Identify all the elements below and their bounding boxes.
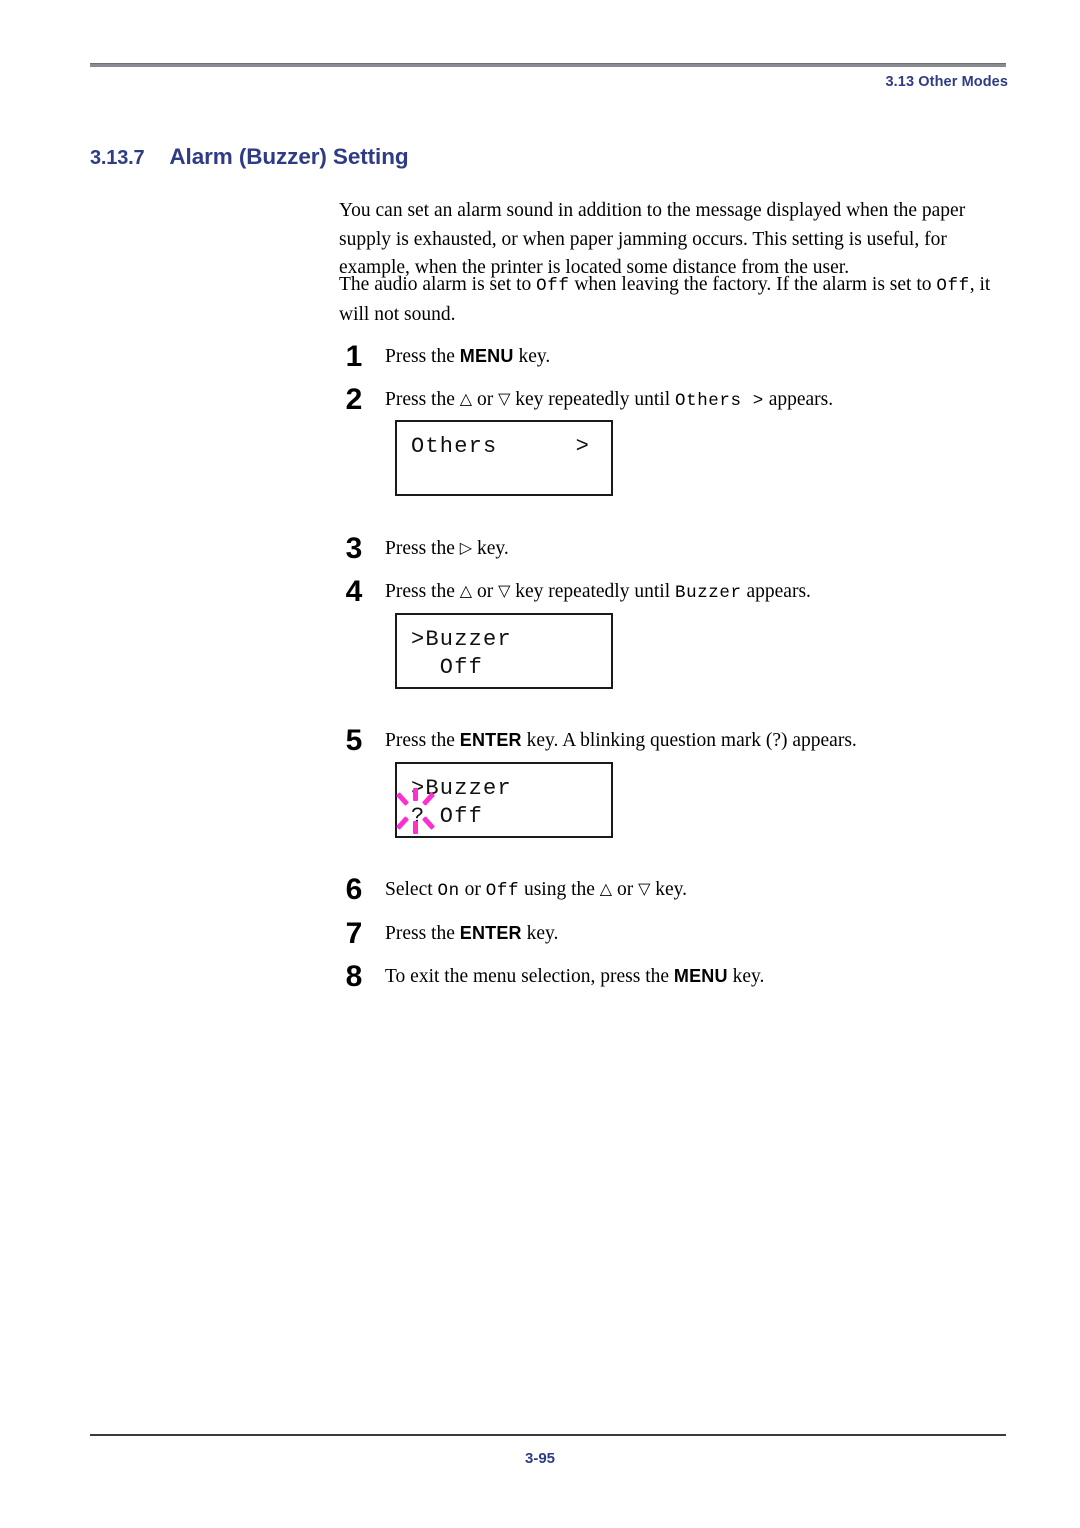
lcd-display-buzzer-query: >Buzzer ? Off bbox=[395, 762, 613, 838]
enter-key-label: ENTER bbox=[459, 923, 522, 943]
step-number: 4 bbox=[345, 575, 363, 608]
step-number: 8 bbox=[345, 960, 363, 993]
step8-text-a: To exit the menu selection, press the bbox=[385, 966, 674, 987]
step1-text-a: Press the bbox=[385, 346, 460, 367]
step5-text-b: key. A blinking question mark (?) appear… bbox=[521, 730, 857, 751]
lcd-line-1-right-marker: > bbox=[575, 434, 590, 459]
enter-key-label: ENTER bbox=[459, 730, 522, 750]
step-number: 7 bbox=[345, 917, 363, 950]
step4-text-b: key repeatedly until bbox=[510, 581, 675, 602]
step-text: To exit the menu selection, press the ME… bbox=[385, 960, 764, 993]
step6-text-mid: or bbox=[459, 879, 486, 900]
para2-text-a: The audio alarm is set to bbox=[339, 274, 537, 295]
step-text: Press the MENU key. bbox=[385, 340, 550, 373]
step4-text-c: appears. bbox=[741, 581, 811, 602]
section-heading: 3.13.7 Alarm (Buzzer) Setting bbox=[90, 144, 409, 170]
lcd-line-2: ? Off bbox=[411, 804, 484, 829]
lcd-display-buzzer-off: >Buzzer Off bbox=[395, 613, 613, 689]
step-text: Press the ENTER key. A blinking question… bbox=[385, 724, 857, 757]
menu-key-label: MENU bbox=[673, 966, 728, 986]
para2-value-off-2: Off bbox=[936, 276, 970, 296]
step-item: 7 Press the ENTER key. bbox=[335, 917, 1025, 951]
step-text: Press the △ or ▽ key repeatedly until Ot… bbox=[385, 383, 833, 418]
step2-text-mid: or bbox=[472, 389, 499, 410]
step6-text-mid2: or bbox=[612, 879, 639, 900]
step8-text-b: key. bbox=[727, 966, 765, 987]
lcd-line-1: >Buzzer bbox=[411, 776, 512, 801]
step6-text-b: using the bbox=[519, 879, 600, 900]
lcd-line-1: >Buzzer bbox=[411, 627, 512, 652]
section-number: 3.13.7 bbox=[90, 147, 145, 169]
step-item: 4 Press the △ or ▽ key repeatedly until … bbox=[335, 575, 1025, 609]
lcd-line-2: Off bbox=[411, 655, 484, 680]
step-number: 6 bbox=[345, 873, 363, 906]
arrow-right-icon: ▷ bbox=[459, 538, 473, 557]
step-number: 3 bbox=[345, 532, 363, 565]
footer-rule bbox=[90, 1434, 1006, 1436]
intro-paragraph-1: You can set an alarm sound in addition t… bbox=[339, 200, 966, 278]
step7-text-b: key. bbox=[521, 923, 559, 944]
step-item: 2 Press the △ or ▽ key repeatedly until … bbox=[335, 383, 1025, 417]
step2-text-c: appears. bbox=[763, 389, 834, 410]
arrow-up-icon: △ bbox=[599, 879, 613, 898]
para2-value-off-1: Off bbox=[536, 276, 570, 296]
section-title: Alarm (Buzzer) Setting bbox=[169, 144, 409, 169]
step6-value-on: On bbox=[437, 881, 460, 901]
blink-ray bbox=[395, 816, 410, 830]
arrow-down-icon: ▽ bbox=[498, 389, 511, 408]
step2-mono-value: Others > bbox=[674, 391, 764, 411]
step-item: 6 Select On or Off using the △ or ▽ key. bbox=[335, 873, 1025, 907]
arrow-up-icon: △ bbox=[459, 389, 473, 408]
step6-value-off: Off bbox=[485, 881, 520, 901]
arrow-down-icon: ▽ bbox=[498, 581, 511, 600]
step7-text-a: Press the bbox=[385, 923, 460, 944]
arrow-up-icon: △ bbox=[459, 581, 473, 600]
lcd-display-others: Others > bbox=[395, 420, 613, 496]
step4-text-a: Press the bbox=[385, 581, 460, 602]
step6-text-a: Select bbox=[385, 879, 438, 900]
step-text: Press the △ or ▽ key repeatedly until Bu… bbox=[385, 575, 811, 610]
blink-ray bbox=[395, 792, 410, 806]
step-number: 1 bbox=[345, 340, 363, 373]
step-text: Press the ENTER key. bbox=[385, 917, 558, 950]
step-text: Press the ▷ key. bbox=[385, 532, 509, 565]
step-text: Select On or Off using the △ or ▽ key. bbox=[385, 873, 687, 908]
page-number: 3-95 bbox=[524, 1450, 556, 1467]
menu-key-label: MENU bbox=[459, 346, 514, 366]
step4-text-mid: or bbox=[472, 581, 499, 602]
step-item: 3 Press the ▷ key. bbox=[335, 532, 1025, 566]
step-item: 5 Press the ENTER key. A blinking questi… bbox=[335, 724, 1025, 758]
para2-text-b: when leaving the factory. If the alarm i… bbox=[569, 274, 937, 295]
step3-text-a: Press the bbox=[385, 538, 460, 559]
step-number: 5 bbox=[345, 724, 363, 757]
step-number: 2 bbox=[345, 383, 363, 416]
intro-paragraph-2: The audio alarm is set to Off when leavi… bbox=[339, 271, 1011, 329]
step4-mono-value: Buzzer bbox=[674, 583, 742, 603]
step3-text-b: key. bbox=[472, 538, 509, 559]
arrow-down-icon: ▽ bbox=[638, 879, 651, 898]
step1-text-b: key. bbox=[513, 346, 551, 367]
step2-text-a: Press the bbox=[385, 389, 460, 410]
step-item: 1 Press the MENU key. bbox=[335, 340, 1025, 374]
step2-text-b: key repeatedly until bbox=[510, 389, 675, 410]
lcd-line-1: Others bbox=[411, 434, 498, 459]
step6-text-c: key. bbox=[650, 879, 688, 900]
step-item: 8 To exit the menu selection, press the … bbox=[335, 960, 1025, 994]
header-rule bbox=[90, 63, 1006, 67]
step5-text-a: Press the bbox=[385, 730, 460, 751]
running-header-chapter: 3.13 Other Modes bbox=[885, 74, 1008, 90]
